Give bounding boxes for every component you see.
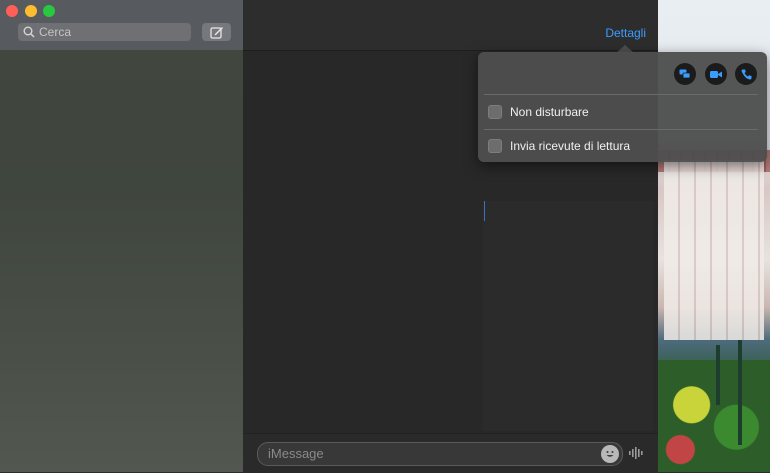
phone-icon — [741, 69, 751, 79]
sidebar-toolbar — [0, 0, 243, 50]
screen-share-button[interactable] — [674, 63, 696, 85]
do-not-disturb-label: Non disturbare — [510, 105, 589, 119]
do-not-disturb-option[interactable]: Non disturbare — [488, 105, 589, 119]
screen-share-icon — [679, 69, 691, 79]
emoji-button[interactable] — [601, 445, 619, 463]
details-popover: Non disturbare Invia ricevute di lettura — [478, 52, 767, 162]
read-receipts-checkbox[interactable] — [488, 139, 502, 153]
search-icon — [23, 26, 35, 38]
video-call-button[interactable] — [705, 63, 727, 85]
audio-message-icon[interactable] — [628, 446, 646, 460]
do-not-disturb-checkbox[interactable] — [488, 105, 502, 119]
conversation-header: Dettagli — [243, 0, 658, 51]
audio-call-button[interactable] — [735, 63, 757, 85]
composer-bar — [243, 433, 658, 473]
search-field[interactable] — [18, 23, 191, 41]
read-receipts-option[interactable]: Invia ricevute di lettura — [488, 139, 630, 153]
popover-divider — [484, 94, 758, 95]
wallpaper-building — [664, 160, 764, 340]
sidebar — [0, 0, 243, 472]
message-input[interactable] — [268, 446, 588, 461]
text-cursor — [484, 201, 485, 221]
minimize-window-button[interactable] — [25, 5, 37, 17]
zoom-window-button[interactable] — [43, 5, 55, 17]
wallpaper-lamp — [716, 345, 720, 405]
wallpaper-garden — [658, 360, 770, 472]
close-window-button[interactable] — [6, 5, 18, 17]
search-input[interactable] — [39, 25, 179, 39]
video-camera-icon — [710, 70, 722, 78]
transcript-panel — [483, 201, 653, 431]
details-button[interactable]: Dettagli — [605, 26, 646, 40]
read-receipts-label: Invia ricevute di lettura — [510, 139, 631, 153]
popover-divider — [484, 129, 758, 130]
smiley-icon — [606, 451, 614, 457]
compose-button[interactable] — [202, 23, 231, 41]
wallpaper-lamp — [738, 340, 742, 445]
message-field[interactable] — [257, 442, 623, 466]
compose-icon — [209, 26, 223, 39]
